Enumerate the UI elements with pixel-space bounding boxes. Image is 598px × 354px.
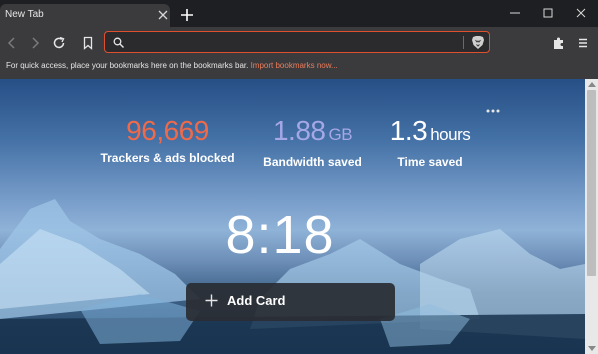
stat-time-saved: 1.3 hours Time saved	[380, 115, 480, 169]
close-tab-icon[interactable]	[158, 10, 168, 20]
omnibox-separator	[463, 36, 464, 49]
minimize-icon[interactable]	[508, 6, 522, 20]
more-options-icon[interactable]	[485, 107, 501, 115]
stat-value: 96,669	[95, 115, 240, 147]
trackers-count: 96,669	[126, 115, 209, 146]
extensions-icon[interactable]	[552, 36, 566, 50]
new-tab-page: 96,669 Trackers & ads blocked 1.88 GB Ban…	[0, 79, 585, 354]
toolbar	[0, 27, 598, 57]
scrollbar-thumb[interactable]	[587, 90, 596, 276]
tab-new-tab[interactable]: New Tab	[0, 4, 170, 27]
address-bar[interactable]	[104, 31, 490, 53]
bandwidth-amount: 1.88	[272, 115, 326, 146]
time-amount: 1.3	[389, 115, 428, 146]
bookmark-icon[interactable]	[81, 36, 95, 50]
bookmarks-bar: For quick access, place your bookmarks h…	[0, 57, 598, 79]
clock: 8:18	[225, 205, 335, 265]
stat-value: 1.3 hours	[380, 115, 480, 151]
tab-strip: New Tab	[0, 0, 598, 27]
import-bookmarks-link[interactable]: Import bookmarks now...	[251, 61, 338, 70]
bookmarks-hint: For quick access, place your bookmarks h…	[6, 61, 249, 70]
stat-label: Time saved	[397, 155, 463, 169]
bandwidth-unit: GB	[328, 125, 353, 144]
back-icon[interactable]	[5, 36, 19, 50]
scroll-up-arrow-icon[interactable]	[588, 82, 596, 87]
close-window-icon[interactable]	[574, 6, 588, 20]
forward-icon[interactable]	[28, 36, 42, 50]
stat-label: Bandwidth saved	[263, 155, 362, 169]
menu-icon[interactable]	[576, 36, 590, 50]
stat-trackers-blocked: 96,669 Trackers & ads blocked	[95, 115, 240, 165]
plus-icon	[205, 294, 218, 307]
stat-label: Trackers & ads blocked	[100, 151, 235, 165]
add-card-button[interactable]: Add Card	[186, 283, 395, 321]
tab-title: New Tab	[5, 9, 44, 20]
brave-shields-icon[interactable]	[471, 35, 485, 50]
new-tab-icon[interactable]	[181, 9, 193, 21]
time-unit: hours	[430, 125, 471, 144]
scroll-down-arrow-icon[interactable]	[588, 346, 596, 351]
reload-icon[interactable]	[52, 36, 66, 50]
stat-bandwidth-saved: 1.88 GB Bandwidth saved	[255, 115, 370, 169]
search-input[interactable]	[129, 34, 457, 50]
stat-value: 1.88 GB	[255, 115, 370, 151]
maximize-icon[interactable]	[541, 6, 555, 20]
scrollbar[interactable]	[585, 79, 598, 354]
bookmarks-bar-message: For quick access, place your bookmarks h…	[6, 61, 338, 70]
search-icon	[113, 37, 124, 48]
add-card-label: Add Card	[227, 293, 286, 308]
brave-stats: 96,669 Trackers & ads blocked 1.88 GB Ban…	[0, 115, 585, 175]
